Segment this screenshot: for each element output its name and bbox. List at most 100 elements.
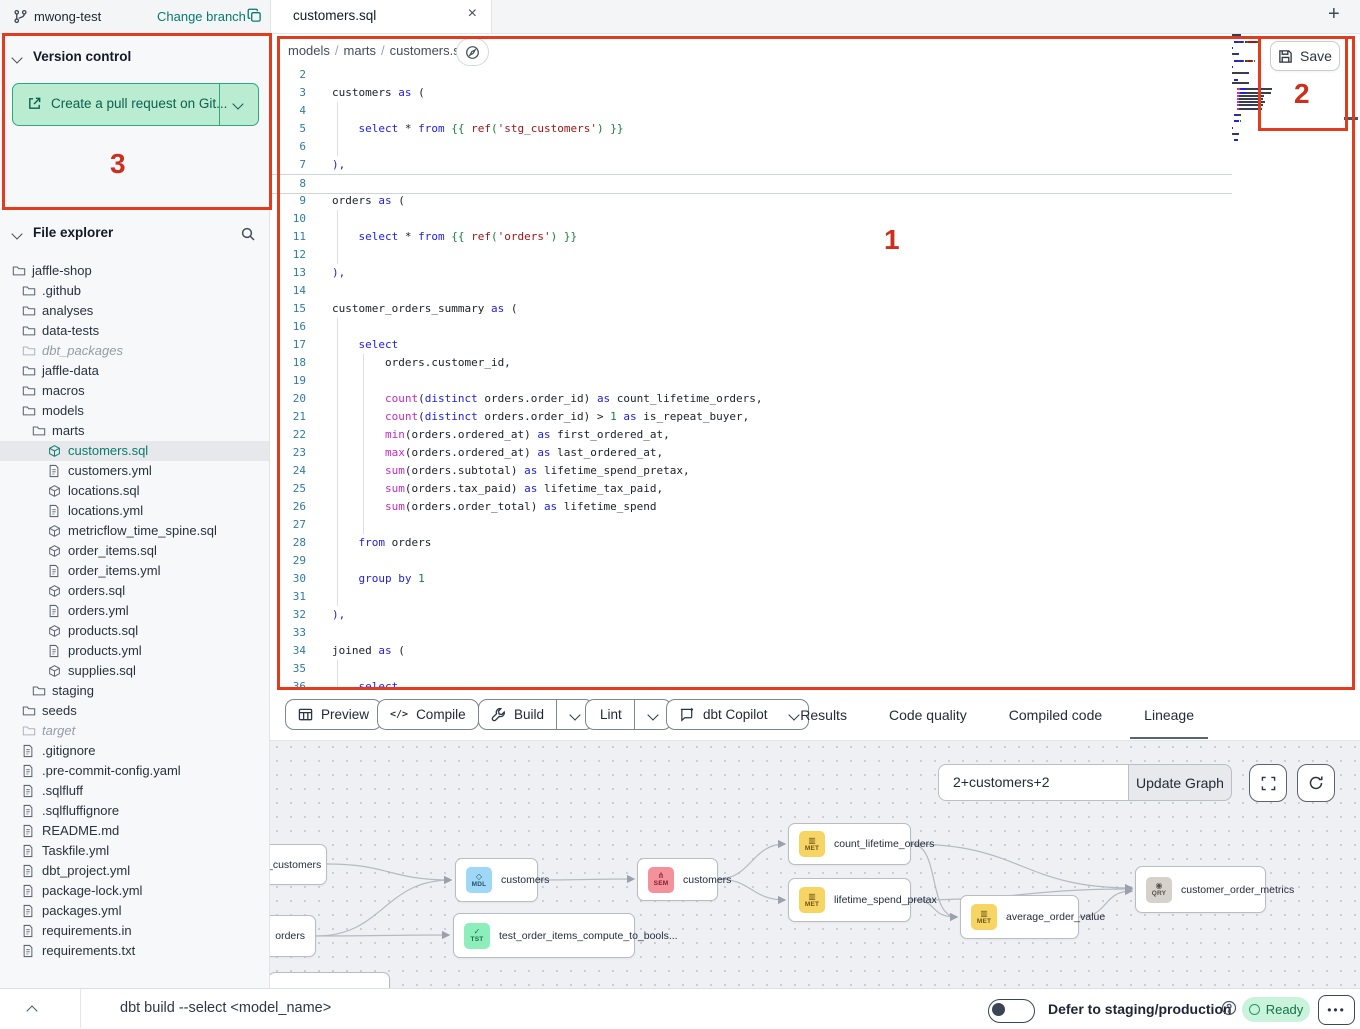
panel-tab-compiled-code[interactable]: Compiled code xyxy=(995,690,1116,739)
code-line-23[interactable]: 23 max(orders.ordered_at) as last_ordere… xyxy=(270,444,1232,462)
tree-item-macros[interactable]: macros xyxy=(0,381,269,401)
tree-item-models[interactable]: models xyxy=(0,401,269,421)
code-line-2[interactable]: 2 xyxy=(270,70,1232,84)
tree-item--sqlfluffignore[interactable]: .sqlfluffignore xyxy=(0,801,269,821)
tree-item-packages-yml[interactable]: packages.yml xyxy=(0,901,269,921)
code-line-22[interactable]: 22 min(orders.ordered_at) as first_order… xyxy=(270,426,1232,444)
panel-tab-code-quality[interactable]: Code quality xyxy=(875,690,981,739)
tree-item-order-items-yml[interactable]: order_items.yml xyxy=(0,561,269,581)
new-tab-button[interactable]: + xyxy=(1328,3,1340,26)
tree-item-package-lock-yml[interactable]: package-lock.yml xyxy=(0,881,269,901)
lineage-node-customer-order-metrics[interactable]: ◉QRYcustomer_order_metrics xyxy=(1135,866,1266,913)
tree-item-dbt-packages[interactable]: dbt_packages xyxy=(0,341,269,361)
code-line-4[interactable]: 4 xyxy=(270,102,1232,120)
breadcrumb-part[interactable]: models xyxy=(288,43,330,58)
tree-item-dbt-project-yml[interactable]: dbt_project.yml xyxy=(0,861,269,881)
lineage-node-stg-customers[interactable]: stg_customers xyxy=(270,844,327,885)
file-explorer-header[interactable]: File explorer xyxy=(0,223,269,247)
tree-item-target[interactable]: target xyxy=(0,721,269,741)
code-line-15[interactable]: 15customer_orders_summary as ( xyxy=(270,300,1232,318)
lineage-node-customers[interactable]: ⋔SEMcustomers xyxy=(637,858,718,901)
lineage-node-partial[interactable] xyxy=(270,972,390,988)
search-icon[interactable] xyxy=(240,226,256,242)
code-line-31[interactable]: 31 xyxy=(270,588,1232,606)
change-branch-link[interactable]: Change branch xyxy=(157,9,246,24)
code-line-9[interactable]: 9orders as ( xyxy=(270,192,1232,210)
code-line-21[interactable]: 21 count(distinct orders.order_id) > 1 a… xyxy=(270,408,1232,426)
preview-button[interactable]: Preview xyxy=(285,699,382,730)
tree-item-data-tests[interactable]: data-tests xyxy=(0,321,269,341)
more-options-button[interactable]: ••• xyxy=(1318,995,1355,1025)
tree-item--gitignore[interactable]: .gitignore xyxy=(0,741,269,761)
code-line-30[interactable]: 30 group by 1 xyxy=(270,570,1232,588)
lint-split-button[interactable]: Lint xyxy=(585,699,672,730)
lineage-node-lifetime-spend-pretax[interactable]: ▥METlifetime_spend_pretax xyxy=(788,878,911,922)
code-line-16[interactable]: 16 xyxy=(270,318,1232,336)
tree-item-customers-sql[interactable]: customers.sql xyxy=(0,441,269,461)
tree-item--pre-commit-config-yaml[interactable]: .pre-commit-config.yaml xyxy=(0,761,269,781)
version-control-header[interactable]: Version control xyxy=(0,47,269,71)
tree-item-seeds[interactable]: seeds xyxy=(0,701,269,721)
tree-item--github[interactable]: .github xyxy=(0,281,269,301)
update-graph-button[interactable]: Update Graph xyxy=(1128,764,1232,801)
code-line-19[interactable]: 19 xyxy=(270,372,1232,390)
code-line-35[interactable]: 35 xyxy=(270,660,1232,678)
code-line-34[interactable]: 34joined as ( xyxy=(270,642,1232,660)
panel-tab-results[interactable]: Results xyxy=(786,690,861,739)
dbt-command-input[interactable]: dbt build --select <model_name> xyxy=(120,1000,331,1016)
pr-dropdown-chevron-icon[interactable] xyxy=(232,98,243,109)
lineage-node-orders[interactable]: orders xyxy=(270,915,316,957)
panel-tab-lineage[interactable]: Lineage xyxy=(1130,690,1208,739)
code-line-36[interactable]: 36 select xyxy=(270,678,1232,690)
code-line-27[interactable]: 27 xyxy=(270,516,1232,534)
code-line-20[interactable]: 20 count(distinct orders.order_id) as co… xyxy=(270,390,1232,408)
create-pull-request-button[interactable]: Create a pull request on Git... xyxy=(12,83,259,126)
code-area[interactable]: 23customers as (45 select * from {{ ref(… xyxy=(270,70,1360,690)
code-line-3[interactable]: 3customers as ( xyxy=(270,84,1232,102)
defer-toggle[interactable] xyxy=(988,999,1035,1023)
code-line-6[interactable]: 6 xyxy=(270,138,1232,156)
tree-item-marts[interactable]: marts xyxy=(0,421,269,441)
code-line-28[interactable]: 28 from orders xyxy=(270,534,1232,552)
tree-item-orders-sql[interactable]: orders.sql xyxy=(0,581,269,601)
tree-item-order-items-sql[interactable]: order_items.sql xyxy=(0,541,269,561)
tree-item-jaffle-data[interactable]: jaffle-data xyxy=(0,361,269,381)
tree-item-requirements-in[interactable]: requirements.in xyxy=(0,921,269,941)
tree-item-taskfile-yml[interactable]: Taskfile.yml xyxy=(0,841,269,861)
breadcrumb-part[interactable]: marts xyxy=(344,43,377,58)
code-line-5[interactable]: 5 select * from {{ ref('stg_customers') … xyxy=(270,120,1232,138)
lineage-node-count-lifetime-orders[interactable]: ▥METcount_lifetime_orders xyxy=(788,823,911,865)
tree-item-jaffle-shop[interactable]: jaffle-shop xyxy=(0,261,269,281)
code-line-13[interactable]: 13), xyxy=(270,264,1232,282)
tree-item-analyses[interactable]: analyses xyxy=(0,301,269,321)
lineage-selector-input[interactable]: 2+customers+2 xyxy=(938,764,1128,801)
tree-item-supplies-sql[interactable]: supplies.sql xyxy=(0,661,269,681)
expand-command-bar-chevron-icon[interactable] xyxy=(26,1005,37,1016)
editor-tab-customers-sql[interactable]: customers.sql × xyxy=(270,0,492,33)
build-split-button[interactable]: Build xyxy=(478,699,594,730)
tree-item-locations-yml[interactable]: locations.yml xyxy=(0,501,269,521)
code-line-7[interactable]: 7), xyxy=(270,156,1232,174)
tree-item--sqlfluff[interactable]: .sqlfluff xyxy=(0,781,269,801)
help-icon[interactable] xyxy=(1221,1000,1237,1016)
tree-item-locations-sql[interactable]: locations.sql xyxy=(0,481,269,501)
copy-branch-icon[interactable] xyxy=(247,8,262,23)
fullscreen-button[interactable] xyxy=(1249,764,1287,802)
tree-item-readme-md[interactable]: README.md xyxy=(0,821,269,841)
editor-minimap[interactable] xyxy=(1232,31,1318,143)
lineage-node-test-order-items-compute-to-bools-[interactable]: ✓TSTtest_order_items_compute_to_bools... xyxy=(453,913,635,958)
code-line-29[interactable]: 29 xyxy=(270,552,1232,570)
tree-item-orders-yml[interactable]: orders.yml xyxy=(0,601,269,621)
tree-item-products-sql[interactable]: products.sql xyxy=(0,621,269,641)
code-line-12[interactable]: 12 xyxy=(270,246,1232,264)
code-line-11[interactable]: 11 select * from {{ ref('orders') }} xyxy=(270,228,1232,246)
code-line-33[interactable]: 33 xyxy=(270,624,1232,642)
code-line-26[interactable]: 26 sum(orders.order_total) as lifetime_s… xyxy=(270,498,1232,516)
copilot-lens-icon[interactable] xyxy=(456,38,489,66)
code-line-8[interactable]: 8 xyxy=(270,174,1232,194)
tree-item-metricflow-time-spine-sql[interactable]: metricflow_time_spine.sql xyxy=(0,521,269,541)
ready-status-badge[interactable]: Ready xyxy=(1242,997,1310,1022)
tree-item-staging[interactable]: staging xyxy=(0,681,269,701)
compile-button[interactable]: </> Compile xyxy=(377,699,479,730)
code-line-32[interactable]: 32), xyxy=(270,606,1232,624)
